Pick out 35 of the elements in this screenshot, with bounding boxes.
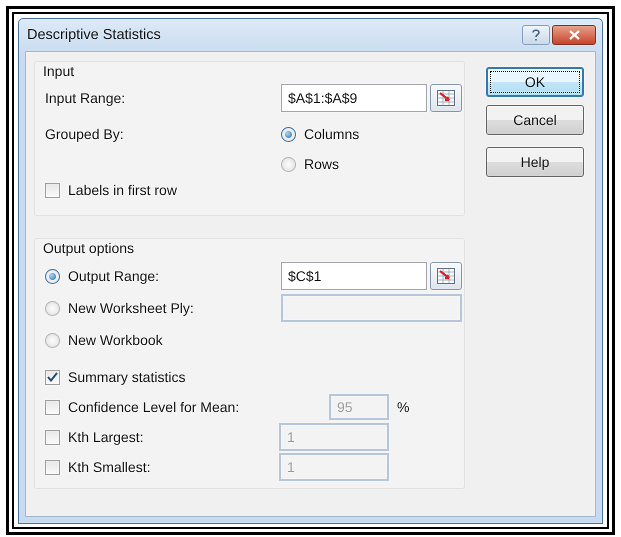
group-label: Input bbox=[42, 62, 76, 81]
checkbox[interactable] bbox=[45, 182, 60, 198]
question-mark-icon bbox=[532, 29, 540, 41]
checkbox-label[interactable]: Summary statistics bbox=[68, 369, 186, 385]
radio-label[interactable]: Output Range: bbox=[68, 268, 160, 284]
window-title: Descriptive Statistics bbox=[26, 27, 162, 43]
checkbox[interactable] bbox=[45, 370, 60, 384]
group-label: Output options bbox=[42, 239, 136, 258]
dialog-button[interactable]: Cancel bbox=[486, 105, 584, 135]
range-picker-icon bbox=[437, 268, 455, 284]
radio-button[interactable] bbox=[45, 332, 60, 348]
close-button[interactable] bbox=[552, 25, 596, 45]
radio-button[interactable] bbox=[45, 268, 60, 284]
radio-label[interactable]: Columns bbox=[304, 126, 360, 142]
checkbox-label[interactable]: Labels in first row bbox=[68, 182, 177, 198]
dialog-button[interactable]: Help bbox=[486, 147, 584, 177]
sheet-name-field[interactable] bbox=[281, 294, 462, 322]
radio-button[interactable] bbox=[281, 126, 296, 142]
range-picker-button[interactable] bbox=[430, 262, 462, 290]
close-icon bbox=[568, 30, 580, 40]
help-button[interactable] bbox=[522, 25, 550, 45]
radio-label[interactable]: New Workbook bbox=[68, 332, 163, 348]
range-picker-icon bbox=[437, 90, 455, 106]
unit-label: % bbox=[397, 399, 410, 415]
range-picker-button[interactable] bbox=[430, 84, 462, 112]
output-range-field[interactable]: $C$1 bbox=[281, 262, 427, 290]
dialog-button[interactable]: OK bbox=[486, 67, 584, 97]
radio-label[interactable]: Rows bbox=[304, 156, 340, 172]
radio-label[interactable]: New Worksheet Ply: bbox=[68, 300, 194, 316]
radio-button[interactable] bbox=[45, 300, 60, 316]
field-label: Input Range: bbox=[45, 90, 126, 106]
input-field[interactable]: $A$1:$A$9 bbox=[281, 84, 427, 112]
check-mark-icon bbox=[47, 372, 58, 382]
field-label: Grouped By: bbox=[45, 126, 124, 142]
radio-button[interactable] bbox=[281, 156, 296, 172]
